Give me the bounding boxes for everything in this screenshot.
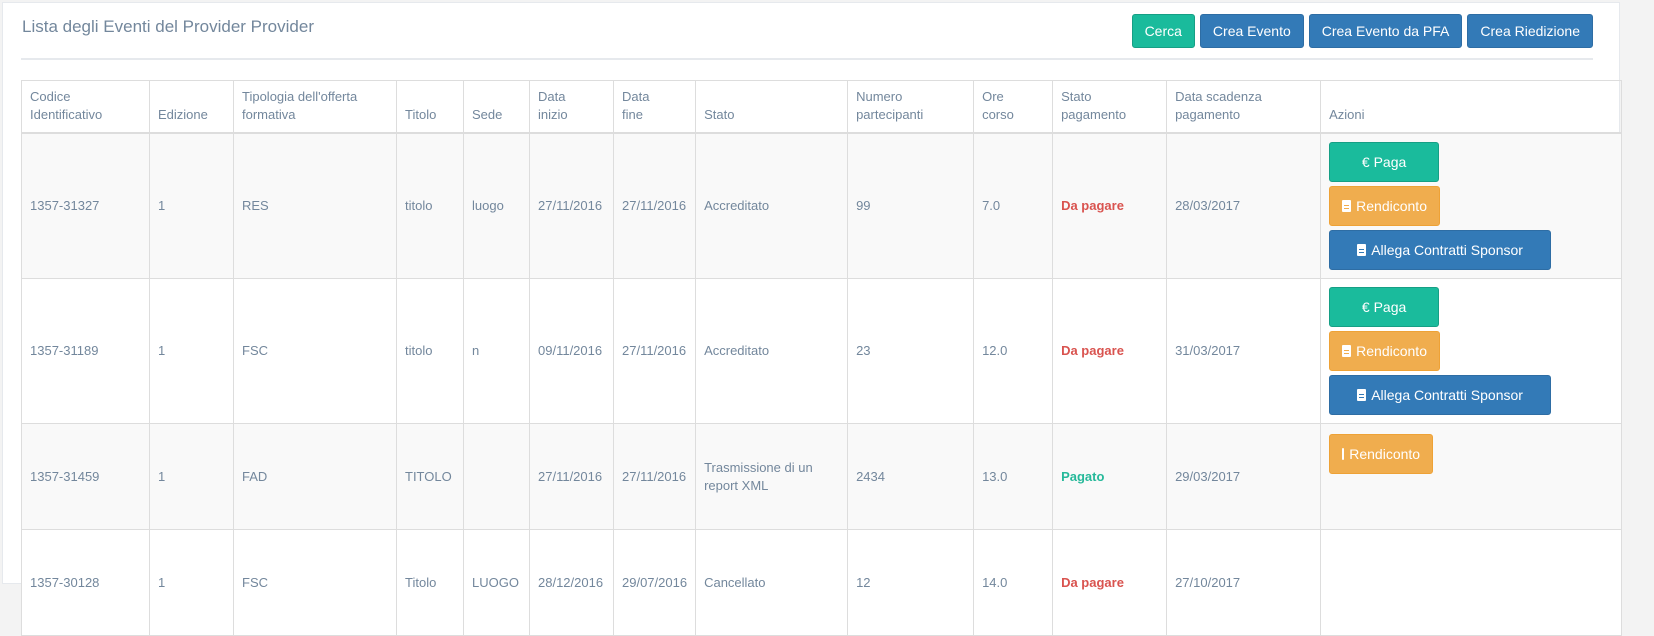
table-row: 1357-31189 1 FSC titolo n 09/11/2016 27/…	[21, 278, 1622, 424]
cerca-button[interactable]: Cerca	[1131, 14, 1195, 48]
cell-ore: 7.0	[973, 132, 1054, 279]
cell-scadenza: 28/03/2017	[1166, 132, 1322, 279]
cell-stato: Cancellato	[695, 529, 849, 636]
col-azioni: Azioni	[1320, 80, 1622, 134]
toolbar: Cerca Crea Evento Crea Evento da PFA Cre…	[1131, 14, 1593, 48]
cell-partecipanti: 12	[847, 529, 975, 636]
cell-edizione: 1	[149, 278, 234, 424]
header-divider	[21, 58, 1593, 60]
col-stato[interactable]: Stato	[695, 80, 849, 134]
col-titolo[interactable]: Titolo	[396, 80, 464, 134]
actions-group: Rendiconto	[1329, 434, 1551, 474]
cell-codice: 1357-30128	[21, 529, 150, 636]
file-icon	[1342, 345, 1352, 357]
cell-scadenza: 29/03/2017	[1166, 423, 1322, 530]
cell-titolo: titolo	[396, 278, 464, 424]
allega-label: Allega Contratti Sponsor	[1371, 387, 1523, 403]
col-data-fine[interactable]: Data fine	[612, 80, 697, 134]
cell-ore: 13.0	[973, 423, 1054, 530]
cell-ore: 12.0	[973, 278, 1054, 424]
cell-partecipanti: 2434	[847, 423, 975, 530]
table-row: 1357-31459 1 FAD TITOLO 27/11/2016 27/11…	[21, 423, 1622, 530]
col-data-inizio[interactable]: Data inizio	[529, 80, 614, 134]
col-edizione[interactable]: Edizione	[149, 80, 234, 134]
cell-data-fine: 27/11/2016	[612, 132, 697, 279]
cell-stato: Accreditato	[695, 278, 849, 424]
cell-sede: n	[463, 278, 530, 424]
col-sede[interactable]: Sede	[463, 80, 530, 134]
cell-sede	[463, 423, 530, 530]
cell-codice: 1357-31459	[21, 423, 150, 530]
cell-stato-pagamento: Pagato	[1052, 423, 1168, 530]
cell-tipologia: FAD	[233, 423, 397, 530]
file-icon	[1357, 389, 1367, 401]
actions-group: € Paga Rendiconto Allega Contratti Spons…	[1329, 287, 1552, 415]
allega-label: Allega Contratti Sponsor	[1371, 242, 1523, 258]
rendiconto-button[interactable]: Rendiconto	[1329, 186, 1441, 226]
crea-riedizione-button[interactable]: Crea Riedizione	[1467, 14, 1593, 48]
col-ore[interactable]: Ore corso	[973, 80, 1054, 134]
cell-data-inizio: 09/11/2016	[529, 278, 614, 424]
cell-edizione: 1	[149, 529, 234, 636]
cell-partecipanti: 99	[847, 132, 975, 279]
cell-azioni: € Paga Rendiconto Allega Contratti Spons…	[1320, 132, 1622, 279]
cell-edizione: 1	[149, 423, 234, 530]
cell-data-fine: 29/07/2016	[612, 529, 697, 636]
cell-partecipanti: 23	[847, 278, 975, 424]
cell-codice: 1357-31189	[21, 278, 150, 424]
col-partecipanti[interactable]: Numero partecipanti	[847, 80, 975, 134]
crea-evento-pfa-button[interactable]: Crea Evento da PFA	[1308, 14, 1463, 48]
file-icon	[1342, 200, 1352, 212]
col-stato-pagamento[interactable]: Stato pagamento	[1052, 80, 1168, 134]
cell-titolo: TITOLO	[396, 423, 464, 530]
cell-tipologia: FSC	[233, 529, 397, 636]
cell-codice: 1357-31327	[21, 132, 150, 279]
cell-data-fine: 27/11/2016	[612, 278, 697, 424]
actions-group: € Paga Rendiconto Allega Contratti Spons…	[1329, 142, 1552, 270]
paga-button[interactable]: € Paga	[1329, 142, 1440, 182]
cell-ore: 14.0	[973, 529, 1054, 636]
cell-data-inizio: 28/12/2016	[529, 529, 614, 636]
allega-contratti-button[interactable]: Allega Contratti Sponsor	[1329, 375, 1552, 415]
cell-data-inizio: 27/11/2016	[529, 423, 614, 530]
cell-azioni: Rendiconto	[1320, 423, 1622, 530]
cell-titolo: Titolo	[396, 529, 464, 636]
cell-scadenza: 27/10/2017	[1166, 529, 1322, 636]
table-header-row: Codice Identificativo Edizione Tipologia…	[21, 80, 1622, 134]
cell-stato-pagamento: Da pagare	[1052, 132, 1168, 279]
cell-data-fine: 27/11/2016	[612, 423, 697, 530]
rendiconto-label: Rendiconto	[1349, 446, 1421, 462]
cell-stato-pagamento: Da pagare	[1052, 278, 1168, 424]
file-icon	[1357, 244, 1367, 256]
col-data-scadenza[interactable]: Data scadenza pagamento	[1166, 80, 1322, 134]
cell-tipologia: FSC	[233, 278, 397, 424]
crea-evento-button[interactable]: Crea Evento	[1199, 14, 1304, 48]
cell-azioni: € Paga Rendiconto Allega Contratti Spons…	[1320, 278, 1622, 424]
cell-edizione: 1	[149, 132, 234, 279]
events-table: Codice Identificativo Edizione Tipologia…	[21, 80, 1622, 636]
page-title: Lista degli Eventi del Provider Provider	[22, 17, 314, 36]
cell-tipologia: RES	[233, 132, 397, 279]
table-row: 1357-30128 1 FSC Titolo LUOGO 28/12/2016…	[21, 529, 1622, 636]
col-codice[interactable]: Codice Identificativo	[21, 80, 150, 134]
file-icon	[1342, 448, 1345, 460]
cell-stato: Trasmissione di un report XML	[695, 423, 849, 530]
cell-stato-pagamento: Da pagare	[1052, 529, 1168, 636]
cell-sede: luogo	[463, 132, 530, 279]
rendiconto-button[interactable]: Rendiconto	[1329, 434, 1434, 474]
table-row: 1357-31327 1 RES titolo luogo 27/11/2016…	[21, 132, 1622, 279]
cell-sede: LUOGO	[463, 529, 530, 636]
cell-stato: Accreditato	[695, 132, 849, 279]
paga-button[interactable]: € Paga	[1329, 287, 1440, 327]
cell-scadenza: 31/03/2017	[1166, 278, 1322, 424]
allega-contratti-button[interactable]: Allega Contratti Sponsor	[1329, 230, 1552, 270]
rendiconto-label: Rendiconto	[1356, 343, 1427, 359]
cell-azioni	[1320, 529, 1622, 636]
col-tipologia[interactable]: Tipologia dell'offerta formativa	[233, 80, 397, 134]
cell-titolo: titolo	[396, 132, 464, 279]
rendiconto-button[interactable]: Rendiconto	[1329, 331, 1441, 371]
rendiconto-label: Rendiconto	[1356, 198, 1427, 214]
cell-data-inizio: 27/11/2016	[529, 132, 614, 279]
